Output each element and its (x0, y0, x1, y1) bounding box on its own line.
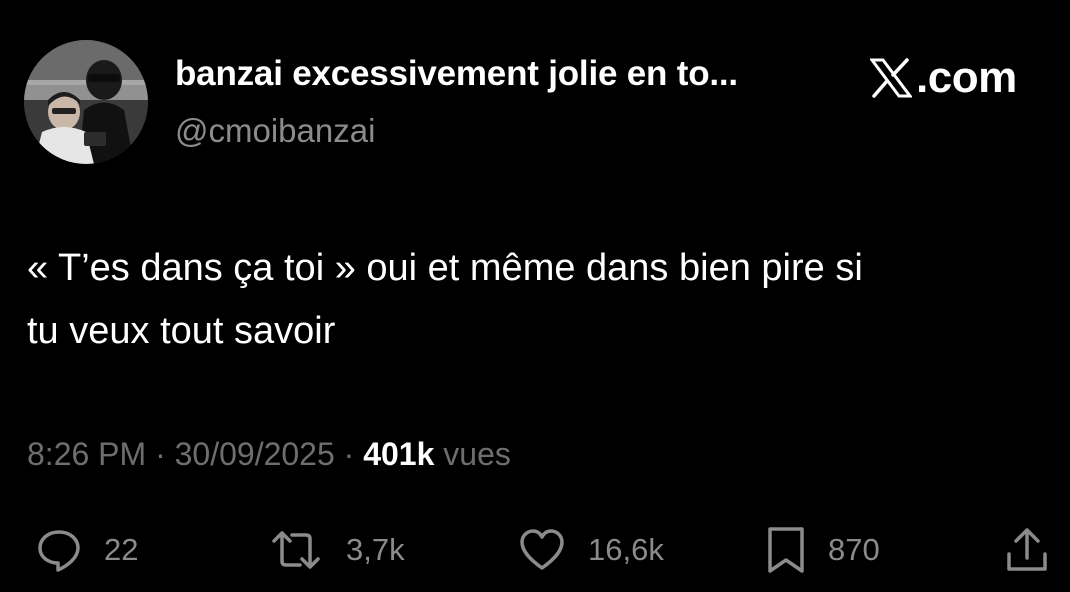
avatar[interactable] (24, 40, 148, 164)
views-count: 401k (363, 436, 435, 472)
like-button[interactable]: 16,6k (518, 520, 664, 580)
tweet-time[interactable]: 8:26 PM (27, 436, 146, 472)
share-icon (1007, 528, 1047, 571)
bookmark-button[interactable]: 870 (766, 520, 880, 580)
bookmark-count: 870 (828, 532, 880, 567)
author-handle[interactable]: @cmoibanzai (175, 112, 375, 150)
author-display-name[interactable]: banzai excessivement jolie en to... (175, 54, 738, 94)
views-label: vues (434, 436, 511, 472)
profile-photo (24, 40, 148, 164)
tweet-text: « T’es dans ça toi » oui et même dans bi… (27, 237, 1057, 363)
like-count: 16,6k (588, 532, 664, 567)
repost-count: 3,7k (346, 532, 405, 567)
tweet-text-line: « T’es dans ça toi » oui et même dans bi… (27, 247, 863, 289)
brand-watermark: .com (870, 53, 1017, 102)
meta-separator: · (146, 436, 175, 472)
tweet-meta: 8:26 PM · 30/09/2025 · 401k vues (27, 436, 511, 473)
brand-text: .com (916, 53, 1017, 102)
reply-count: 22 (104, 532, 139, 567)
share-button[interactable] (1004, 520, 1050, 580)
heart-icon (520, 529, 564, 570)
action-bar: 22 3,7k 16,6k 870 (0, 520, 1070, 580)
repost-button[interactable]: 3,7k (268, 520, 405, 580)
meta-separator: · (334, 436, 364, 472)
reply-icon (38, 530, 80, 572)
tweet-text-line: tu veux tout savoir (27, 310, 336, 352)
x-logo-icon (870, 58, 912, 98)
repost-icon (272, 531, 320, 569)
reply-button[interactable]: 22 (36, 520, 138, 580)
bookmark-icon (768, 527, 804, 573)
tweet-date[interactable]: 30/09/2025 (175, 436, 335, 472)
